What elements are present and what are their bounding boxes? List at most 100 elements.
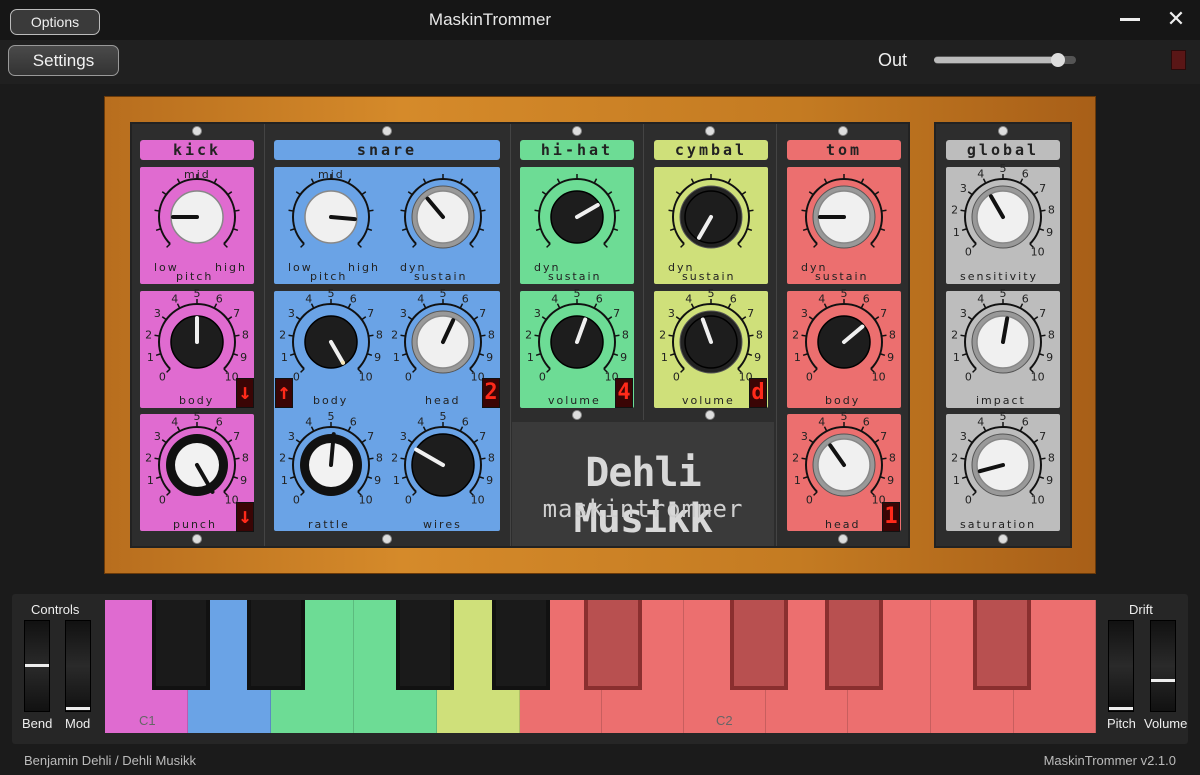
output-meter [1171,50,1186,70]
knob-scale-label: 6 [350,292,357,305]
piano-key-black[interactable] [825,600,883,690]
knob-scale-label: 2 [145,451,152,464]
snare-pitch-knob[interactable] [288,174,374,259]
options-button[interactable]: Options [10,9,100,35]
tom-sustain-knob[interactable] [801,174,887,259]
knob-scale-label: 7 [1039,182,1046,195]
hihat-sustain-knob[interactable] [534,174,620,259]
knob-tick [680,368,685,373]
bend-wheel[interactable] [24,620,50,712]
piano-key-black[interactable] [973,600,1031,690]
global-sensitivity-knob[interactable]: 01 234 5 678 910 [951,162,1055,259]
screw [705,410,715,420]
knob-tick [881,457,887,460]
hihat-display[interactable]: 4 [615,378,633,408]
global-saturation-knob[interactable]: 01 234 5 678 910 [951,410,1055,507]
knob-tick [748,334,754,337]
minimize-icon[interactable] [1120,18,1140,21]
knob-scale-label: 8 [1048,328,1055,341]
screw [998,534,1008,544]
knob-scale-label: 3 [288,307,295,320]
mod-wheel[interactable] [65,620,91,712]
close-icon[interactable]: ✕ [1166,9,1186,31]
knob-tick [801,457,807,460]
out-label: Out [878,50,908,70]
knob-scale-label: 9 [240,474,247,487]
app-title: MaskinTrommer [428,10,552,29]
pitch-drift-slider[interactable] [1108,620,1134,712]
knob-scale-label: 6 [1022,415,1029,428]
piano-key-black[interactable] [396,600,454,690]
snare-sustain-knob[interactable] [400,174,486,259]
snare-rattle-knob[interactable]: 01 234 5 678 910 [279,410,383,507]
divider [776,124,777,546]
knob-scale-label: 4 [818,415,825,428]
kick-body-knob[interactable]: 01234 5 678910 [145,287,249,384]
knob-scale-label: 1 [661,351,668,364]
piano-key-black[interactable] [584,600,642,690]
knob-tick [748,209,754,212]
kick-pitch-knob[interactable] [154,174,240,259]
snare-body-label: body [313,394,349,407]
knob-scale-label: 6 [730,292,737,305]
snare-wires-knob[interactable]: 01 234 5 678 910 [391,410,495,507]
out-slider-thumb[interactable] [1050,53,1065,67]
knob-tick [347,178,352,184]
kick-body-display[interactable]: ↓ [236,378,254,408]
knob-scale-label: 8 [488,451,495,464]
tom-body-label: body [825,394,861,407]
cymbal-volume-knob[interactable]: 01234 5 678910 [659,287,763,384]
tom-head-knob[interactable]: 01234 5 678910 [792,410,896,507]
piano-key-black[interactable] [492,600,550,690]
global-impact-knob[interactable]: 01 234 5 678 910 [951,287,1055,384]
knob-pointer [329,432,336,467]
knob-tick [741,191,747,196]
kick-punch-display[interactable]: ↓ [236,502,254,532]
knob-tick [310,178,315,184]
knob-tick [808,191,814,196]
knob-scale-label: 1 [147,351,154,364]
kick-punch-knob[interactable]: 01234 5 678910 [145,410,249,507]
knob-scale-label: 0 [159,494,166,507]
knob-tick [860,178,865,184]
snare-body-display[interactable]: ↑ [275,378,293,408]
snare-head-knob[interactable]: 01234 5 678910 [391,287,495,384]
knob-scale-label: 3 [400,307,407,320]
snare-pitch-label: pitch [310,270,348,283]
knob-scale-label: 4 [305,415,312,428]
knob-tick [1033,316,1039,321]
knob-scale-label: 9 [374,351,381,364]
version-text: MaskinTrommer v2.1.0 [1043,753,1176,768]
knob-scale-label: 7 [233,307,240,320]
volume-label: Volume [1144,716,1188,731]
piano-key-black[interactable] [152,600,210,690]
knob-scale-label: 1 [527,351,534,364]
knob-scale-label: 3 [960,307,967,320]
knob-scale-label: 0 [806,494,813,507]
screw [572,410,582,420]
piano-key-black[interactable] [247,600,305,690]
snare-head-display[interactable]: 2 [482,378,500,408]
knob-scale-label: 3 [154,430,161,443]
tom-head-display[interactable]: 1 [882,502,900,532]
logo-product: maskintrommer [542,495,744,523]
knob-scale-label: 4 [417,415,424,428]
knob-scale-label: 6 [863,415,870,428]
settings-button[interactable]: Settings [8,45,119,76]
cymbal-display[interactable]: d [749,378,767,408]
knob-scale-label: 2 [659,328,666,341]
cymbal-sustain-knob[interactable] [668,174,754,259]
knob-scale-label: 0 [293,494,300,507]
piano-key-black[interactable] [730,600,788,690]
snare-body-knob[interactable]: 01 234 5 678 910 [279,287,383,384]
tom-body-knob[interactable]: 01 234 5 678 910 [792,287,896,384]
knob-tick [1033,439,1039,444]
knob-scale-label: 4 [685,292,692,305]
knob-tick [161,316,167,321]
knob-scale-label: 5 [328,287,335,300]
hihat-volume-knob[interactable]: 01234 5 678910 [525,287,629,384]
knob-scale-label: 9 [1046,474,1053,487]
knob-scale-label: 9 [887,351,894,364]
volume-drift-slider[interactable] [1150,620,1176,712]
knob-pointer-tip [341,360,345,365]
